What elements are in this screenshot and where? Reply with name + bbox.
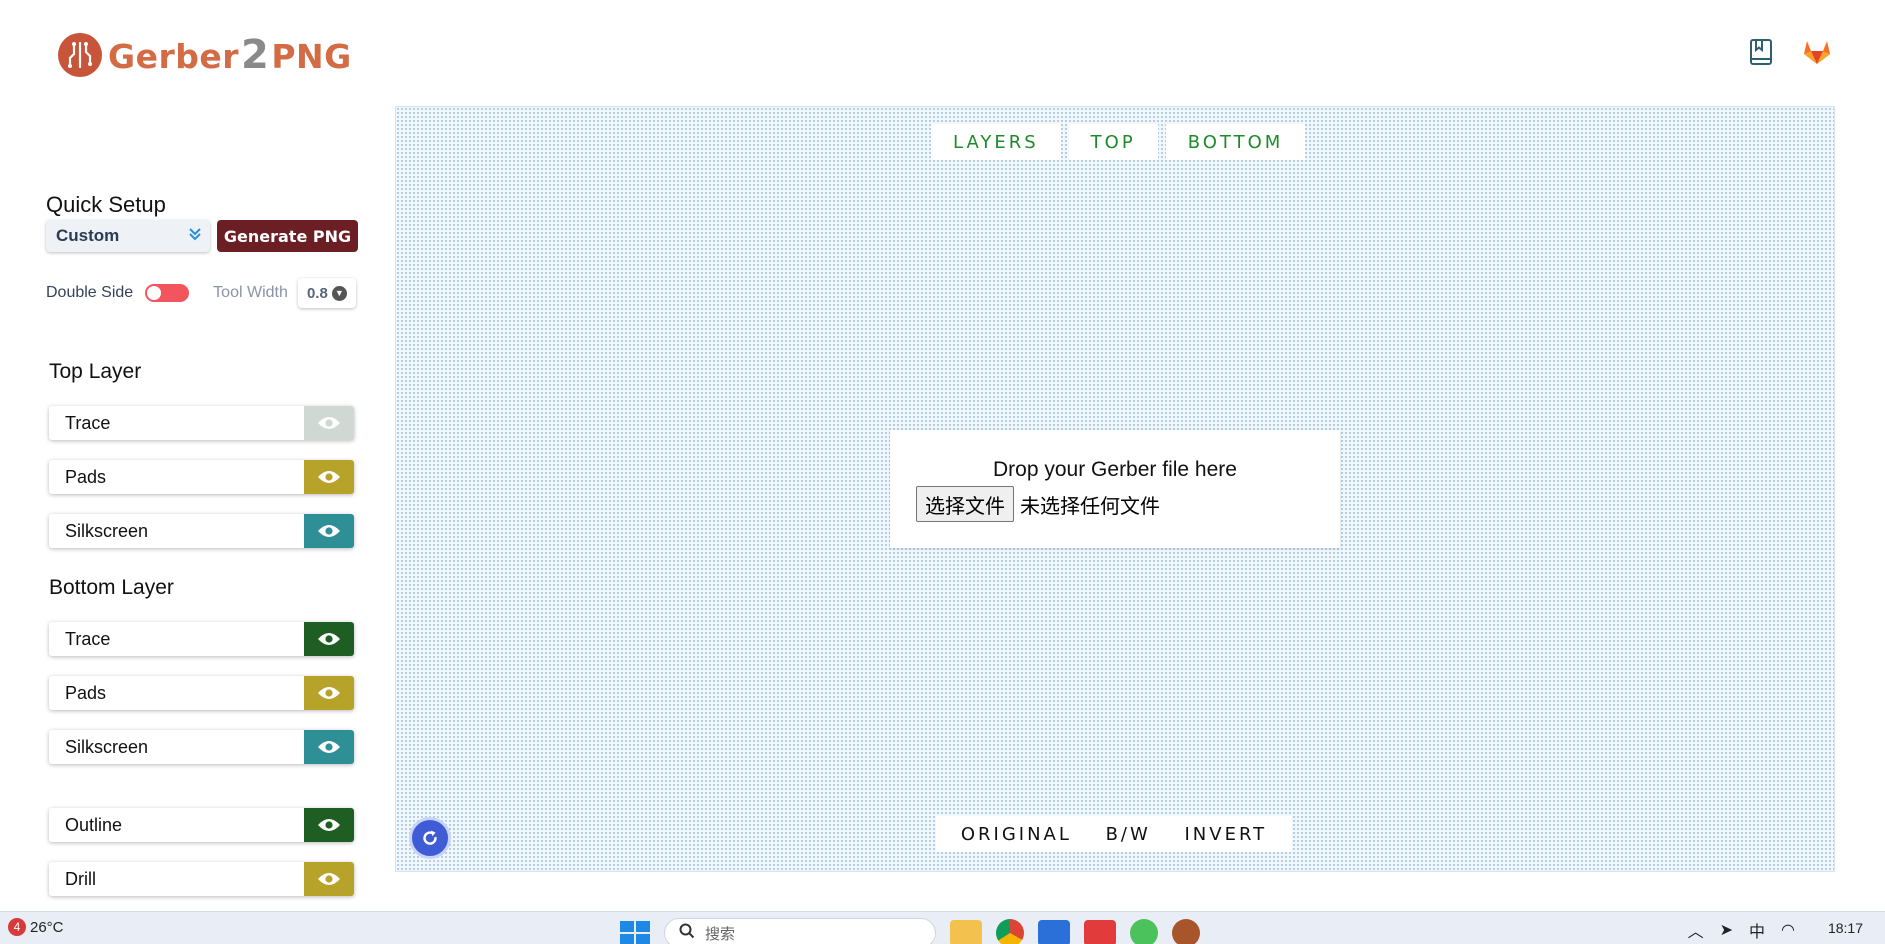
app-name: Gerber 2 PNG <box>108 32 352 78</box>
layer-label: Drill <box>65 868 96 889</box>
bottom-silkscreen-layer: Silkscreen <box>49 730 354 764</box>
tool-width-value: 0.8 <box>306 284 328 302</box>
tab-layers[interactable]: LAYERS <box>931 124 1061 160</box>
send-icon[interactable]: ➤ <box>1720 920 1733 940</box>
eye-icon[interactable] <box>304 808 354 842</box>
app-icon[interactable] <box>1038 920 1070 944</box>
layer-label: Pads <box>65 682 107 703</box>
ime-indicator[interactable]: 中 <box>1749 918 1765 942</box>
eye-icon[interactable] <box>304 460 354 494</box>
clock[interactable]: 18:17 <box>1828 920 1863 936</box>
wps-icon[interactable] <box>1084 920 1116 944</box>
bottom-pads-layer: Pads <box>49 676 354 710</box>
layer-label: Silkscreen <box>65 736 149 757</box>
eye-icon[interactable] <box>304 514 354 548</box>
drop-zone-title: Drop your Gerber file here <box>993 458 1237 481</box>
eye-icon[interactable] <box>304 730 354 764</box>
eye-icon[interactable] <box>304 622 354 656</box>
refresh-icon <box>423 830 437 845</box>
quick-setup-title: Quick Setup <box>46 192 166 217</box>
chevron-down-icon: ▼ <box>331 285 347 301</box>
color-mode-tabs: ORIGINAL B/W INVERT <box>936 816 1292 852</box>
double-side-label: Double Side <box>46 284 134 301</box>
weather-widget[interactable]: 4 26°C <box>8 918 64 936</box>
weather-badge: 4 <box>8 918 26 936</box>
search-placeholder: 搜索 <box>705 925 736 943</box>
layer-label: Pads <box>65 466 107 487</box>
top-layer-title: Top Layer <box>49 360 142 383</box>
generate-png-button[interactable]: Generate PNG <box>217 220 358 252</box>
top-trace-layer: Trace <box>49 406 354 440</box>
eye-icon[interactable] <box>304 406 354 440</box>
tab-invert[interactable]: INVERT <box>1184 824 1267 845</box>
double-side-toggle[interactable] <box>145 284 190 302</box>
bottom-trace-layer: Trace <box>49 622 354 656</box>
double-chevron-down-icon <box>188 226 202 247</box>
eye-icon[interactable] <box>304 862 354 896</box>
preset-select[interactable]: Custom <box>46 220 210 252</box>
layer-label: Trace <box>65 628 111 649</box>
eye-icon[interactable] <box>304 676 354 710</box>
view-tabs: LAYERS TOP BOTTOM <box>931 124 1306 160</box>
search-icon <box>679 923 695 943</box>
file-status: 未选择任何文件 <box>1020 493 1160 518</box>
top-pads-layer: Pads <box>49 460 354 494</box>
toggle-knob <box>147 286 162 300</box>
tab-bw[interactable]: B/W <box>1106 824 1151 845</box>
tab-bottom[interactable]: BOTTOM <box>1165 124 1306 160</box>
circuit-logo-icon <box>58 33 102 77</box>
tool-width-label: Tool Width <box>213 284 288 301</box>
book-icon[interactable] <box>1745 36 1777 68</box>
wifi-icon[interactable]: ◠ <box>1781 920 1795 940</box>
system-tray: ︿ ➤ 中 ◠ <box>1688 918 1795 942</box>
gitlab-icon[interactable] <box>1801 36 1833 68</box>
tab-top[interactable]: TOP <box>1068 124 1158 160</box>
layer-label: Silkscreen <box>65 520 149 541</box>
taskbar-search[interactable]: 搜索 <box>664 918 936 944</box>
choose-file-button[interactable]: 选择文件 <box>916 486 1014 522</box>
os-taskbar: 4 26°C 搜索 ︿ ➤ 中 ◠ 18:17 <box>0 911 1885 944</box>
outline-layer: Outline <box>49 808 354 842</box>
tab-original[interactable]: ORIGINAL <box>961 824 1072 845</box>
bear-app-icon[interactable] <box>1172 919 1200 944</box>
app-logo[interactable]: Gerber 2 PNG <box>58 32 352 78</box>
chevron-up-icon[interactable]: ︿ <box>1688 918 1704 942</box>
layer-label: Outline <box>65 814 123 835</box>
wechat-icon[interactable] <box>1130 919 1158 944</box>
chrome-icon[interactable] <box>996 919 1024 944</box>
drill-layer: Drill <box>49 862 354 896</box>
file-explorer-icon[interactable] <box>950 920 982 944</box>
windows-start-icon[interactable] <box>620 921 650 944</box>
refresh-button[interactable] <box>409 817 451 859</box>
preset-value: Custom <box>56 226 120 245</box>
bottom-layer-title: Bottom Layer <box>49 576 174 599</box>
tool-width-select[interactable]: 0.8 ▼ <box>298 278 356 308</box>
top-silkscreen-layer: Silkscreen <box>49 514 354 548</box>
temperature: 26°C <box>30 918 64 936</box>
file-drop-zone[interactable]: Drop your Gerber file here 选择文件 未选择任何文件 <box>890 430 1340 548</box>
layer-label: Trace <box>65 412 111 433</box>
